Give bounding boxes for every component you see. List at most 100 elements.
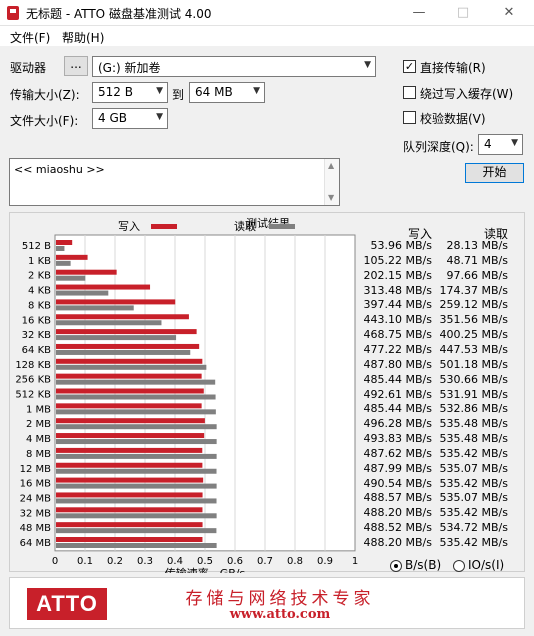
category-label: 32 MB <box>20 508 52 519</box>
read-bar <box>56 320 162 326</box>
category-label: 8 KB <box>28 300 51 311</box>
write-bar <box>56 477 204 483</box>
x-tick-label: 0 <box>52 556 58 567</box>
read-bar <box>56 246 65 251</box>
category-label: 12 MB <box>20 464 52 475</box>
write-bar <box>56 433 205 439</box>
read-bar <box>56 424 217 430</box>
read-bar <box>56 335 177 341</box>
chevron-down-icon: ▼ <box>156 112 163 122</box>
category-label: 64 KB <box>22 345 51 356</box>
read-value: 351.56 MB/s <box>439 313 508 327</box>
category-label: 2 KB <box>28 271 51 282</box>
category-label: 24 MB <box>20 493 52 504</box>
read-value: 535.48 MB/s <box>439 432 508 446</box>
unit-bytes-label: B/s(B) <box>405 558 442 572</box>
x-tick-label: 0.5 <box>197 556 213 567</box>
write-bar <box>56 299 176 305</box>
read-value: 531.91 MB/s <box>439 387 508 401</box>
legend-write-label: 写入 <box>118 220 140 233</box>
title-bar: 无标题 - ATTO 磁盘基准测试 4.00 — □ ✕ <box>0 0 534 26</box>
direct-io-checkbox[interactable]: ✓ <box>403 60 416 73</box>
read-bar <box>56 498 217 504</box>
transfer-size-label: 传输大小(Z): <box>10 88 80 102</box>
read-bar <box>56 305 134 311</box>
write-bar <box>56 358 203 364</box>
legend-read-label: 读取 <box>234 219 256 233</box>
file-size-select[interactable]: 4 GB ▼ <box>92 108 168 129</box>
category-label: 128 KB <box>15 360 51 371</box>
read-bar <box>56 349 191 355</box>
transfer-from-select[interactable]: 512 B ▼ <box>92 82 168 103</box>
close-icon[interactable]: ✕ <box>486 0 532 26</box>
write-bar <box>56 522 203 528</box>
drive-label: 驱动器 <box>10 61 47 75</box>
write-bar <box>56 462 203 468</box>
read-value: 534.72 MB/s <box>439 521 508 535</box>
read-bar <box>56 364 207 370</box>
read-value: 48.71 MB/s <box>446 253 508 267</box>
menu-help[interactable]: 帮助(H) <box>62 29 104 46</box>
minimize-icon[interactable]: — <box>396 0 442 26</box>
read-value: 501.18 MB/s <box>439 357 508 371</box>
x-tick-label: 0.7 <box>257 556 273 567</box>
start-button[interactable]: 开始 <box>465 163 524 183</box>
write-bar <box>56 403 202 409</box>
write-bar <box>56 388 204 394</box>
x-tick-label: 0.9 <box>317 556 333 567</box>
x-tick-label: 0.4 <box>167 556 183 567</box>
unit-bytes-radio[interactable] <box>390 560 402 572</box>
drive-select[interactable]: (G:) 新加卷 ▼ <box>92 56 376 77</box>
description-scrollbar[interactable]: ▲ ▼ <box>324 159 339 205</box>
x-axis-label: 传输速率 - GB/s <box>165 566 246 573</box>
write-bar <box>56 447 203 453</box>
verify-checkbox[interactable] <box>403 111 416 124</box>
description-text: << miaoshu >> <box>14 163 105 176</box>
x-tick-label: 0.6 <box>227 556 243 567</box>
category-label: 256 KB <box>15 375 51 386</box>
description-textarea[interactable]: << miaoshu >> ▲ ▼ <box>9 158 340 206</box>
read-bar <box>56 439 217 445</box>
direct-io-label: 直接传输(R) <box>420 61 486 75</box>
website-link[interactable]: www.atto.com <box>170 607 390 622</box>
x-tick-label: 0.1 <box>77 556 93 567</box>
write-bar <box>56 240 73 245</box>
scroll-down-icon[interactable]: ▼ <box>328 193 334 202</box>
x-tick-label: 0.8 <box>287 556 303 567</box>
category-label: 1 KB <box>28 256 51 267</box>
write-bar <box>56 343 200 349</box>
read-bar <box>56 528 217 534</box>
scroll-up-icon[interactable]: ▲ <box>328 161 334 170</box>
category-label: 64 MB <box>20 538 52 549</box>
read-value: 535.42 MB/s <box>439 446 508 460</box>
read-bar <box>56 275 86 281</box>
bypass-cache-checkbox[interactable] <box>403 86 416 99</box>
browse-button[interactable]: ... <box>64 56 88 76</box>
read-bar <box>56 260 71 266</box>
queue-depth-select[interactable]: 4 ▼ <box>478 134 523 155</box>
read-bar <box>56 543 217 548</box>
category-label: 4 KB <box>28 286 51 297</box>
verify-label: 校验数据(V) <box>420 112 486 126</box>
category-label: 48 MB <box>20 523 52 534</box>
read-value: 535.48 MB/s <box>439 417 508 431</box>
read-value: 400.25 MB/s <box>439 328 508 342</box>
unit-io-radio[interactable] <box>453 560 465 572</box>
x-tick-label: 0.2 <box>107 556 123 567</box>
to-label: 到 <box>172 88 185 102</box>
write-bar <box>56 537 203 542</box>
maximize-icon[interactable]: □ <box>440 0 486 26</box>
read-value: 28.13 MB/s <box>446 239 508 252</box>
chevron-down-icon: ▼ <box>511 138 518 148</box>
category-label: 8 MB <box>26 449 51 460</box>
read-bar <box>56 483 217 489</box>
drive-select-value: (G:) 新加卷 <box>98 61 161 75</box>
read-bar <box>56 379 216 385</box>
transfer-to-select[interactable]: 64 MB ▼ <box>189 82 265 103</box>
app-icon <box>7 6 19 20</box>
chevron-down-icon: ▼ <box>364 60 371 70</box>
category-label: 2 MB <box>26 419 51 430</box>
write-bar <box>56 373 202 379</box>
write-bar <box>56 254 88 260</box>
menu-file[interactable]: 文件(F) <box>10 29 50 46</box>
